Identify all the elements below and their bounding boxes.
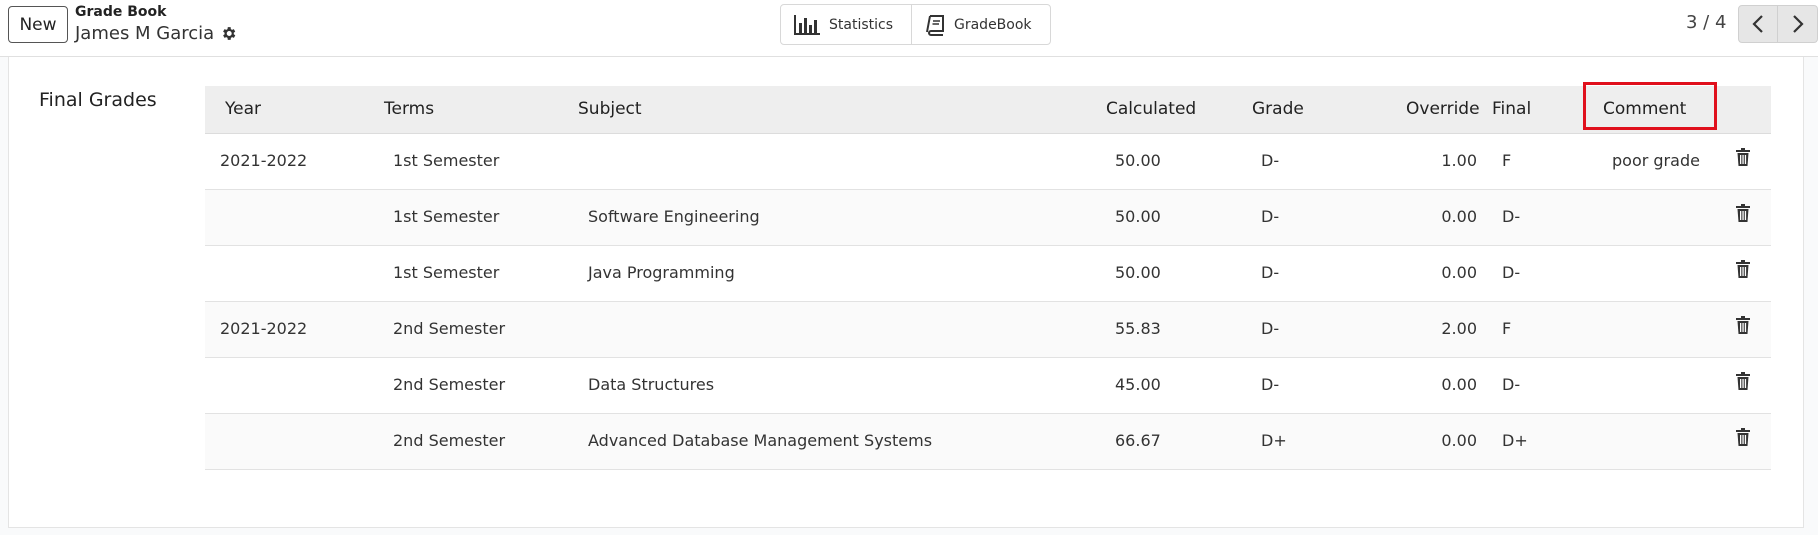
book-icon xyxy=(926,14,944,36)
cell-terms: 2nd Semester xyxy=(393,375,506,394)
column-subject[interactable]: Subject xyxy=(578,99,642,119)
smart-buttons: Statistics GradeBook xyxy=(780,4,1051,45)
column-grade[interactable]: Grade xyxy=(1252,99,1304,119)
chevron-right-icon xyxy=(1792,15,1804,33)
column-terms[interactable]: Terms xyxy=(384,99,434,119)
cell-terms: 1st Semester xyxy=(393,263,500,282)
pager-buttons xyxy=(1738,5,1818,43)
cell-calculated: 66.67 xyxy=(1115,431,1161,450)
table-row[interactable]: 1st Semester Software Engineering 50.00 … xyxy=(205,190,1771,246)
cell-override: 2.00 xyxy=(1441,319,1477,338)
trash-icon[interactable] xyxy=(1736,260,1750,278)
cell-grade: D- xyxy=(1261,151,1280,170)
column-override[interactable]: Override xyxy=(1406,99,1480,119)
trash-icon[interactable] xyxy=(1736,372,1750,390)
cell-terms: 2nd Semester xyxy=(393,319,506,338)
trash-icon[interactable] xyxy=(1736,428,1750,446)
pager-value[interactable]: 3 / 4 xyxy=(1686,12,1726,33)
cell-grade: D- xyxy=(1261,319,1280,338)
cell-subject: Data Structures xyxy=(588,375,715,394)
breadcrumb-parent[interactable]: Grade Book xyxy=(75,4,166,20)
cell-final: F xyxy=(1502,319,1512,338)
column-year[interactable]: Year xyxy=(225,99,261,119)
new-button[interactable]: New xyxy=(8,6,68,43)
bar-chart-icon xyxy=(794,14,820,35)
cell-year: 2021-2022 xyxy=(220,319,308,338)
cell-override: 1.00 xyxy=(1441,151,1477,170)
record-title: James M Garcia xyxy=(75,23,215,44)
column-calculated[interactable]: Calculated xyxy=(1106,99,1196,119)
trash-icon[interactable] xyxy=(1736,148,1750,166)
cell-final: D- xyxy=(1502,375,1521,394)
pager-previous-button[interactable] xyxy=(1738,5,1778,43)
table-row[interactable]: 2nd Semester Data Structures 45.00 D- 0.… xyxy=(205,358,1771,414)
cell-override: 0.00 xyxy=(1441,375,1477,394)
cell-subject: Java Programming xyxy=(588,263,735,282)
statistics-label: Statistics xyxy=(829,16,893,33)
gear-icon[interactable] xyxy=(220,25,237,42)
chevron-left-icon xyxy=(1752,15,1763,33)
table-header: Year Terms Subject Calculated Grade Over… xyxy=(205,82,1771,134)
cell-final: D- xyxy=(1502,263,1521,282)
cell-final: F xyxy=(1502,151,1512,170)
gradebook-button[interactable]: GradeBook xyxy=(911,5,1050,44)
cell-terms: 1st Semester xyxy=(393,151,500,170)
cell-final: D- xyxy=(1502,207,1521,226)
control-panel: New Grade Book James M Garcia Statistics xyxy=(0,0,1818,57)
cell-terms: 2nd Semester xyxy=(393,431,506,450)
cell-terms: 1st Semester xyxy=(393,207,500,226)
cell-subject: Advanced Database Management Systems xyxy=(588,431,933,450)
cell-year: 2021-2022 xyxy=(220,151,308,170)
comment-column-highlight xyxy=(1583,82,1717,130)
cell-grade: D- xyxy=(1261,207,1280,226)
cell-calculated: 50.00 xyxy=(1115,151,1161,170)
pager-next-button[interactable] xyxy=(1778,5,1818,43)
table-row[interactable]: 2021-2022 1st Semester 50.00 D- 1.00 F p… xyxy=(205,134,1771,190)
cell-grade: D+ xyxy=(1261,431,1287,450)
table-row[interactable]: 2nd Semester Advanced Database Managemen… xyxy=(205,414,1771,470)
statistics-button[interactable]: Statistics xyxy=(781,5,911,44)
cell-grade: D- xyxy=(1261,263,1280,282)
gradebook-label: GradeBook xyxy=(954,16,1032,33)
cell-calculated: 45.00 xyxy=(1115,375,1161,394)
cell-calculated: 55.83 xyxy=(1115,319,1161,338)
column-final[interactable]: Final xyxy=(1492,99,1531,119)
final-grades-table: Year Terms Subject Calculated Grade Over… xyxy=(205,82,1771,470)
cell-subject: Software Engineering xyxy=(588,207,760,226)
trash-icon[interactable] xyxy=(1736,204,1750,222)
trash-icon[interactable] xyxy=(1736,316,1750,334)
cell-override: 0.00 xyxy=(1441,263,1477,282)
cell-calculated: 50.00 xyxy=(1115,263,1161,282)
record-title-wrap: James M Garcia xyxy=(75,23,237,44)
cell-final: D+ xyxy=(1502,431,1528,450)
cell-comment: poor grade xyxy=(1612,151,1700,170)
cell-grade: D- xyxy=(1261,375,1280,394)
final-grades-label: Final Grades xyxy=(39,89,157,111)
cell-override: 0.00 xyxy=(1441,207,1477,226)
cell-calculated: 50.00 xyxy=(1115,207,1161,226)
table-row[interactable]: 1st Semester Java Programming 50.00 D- 0… xyxy=(205,246,1771,302)
cell-override: 0.00 xyxy=(1441,431,1477,450)
table-row[interactable]: 2021-2022 2nd Semester 55.83 D- 2.00 F xyxy=(205,302,1771,358)
